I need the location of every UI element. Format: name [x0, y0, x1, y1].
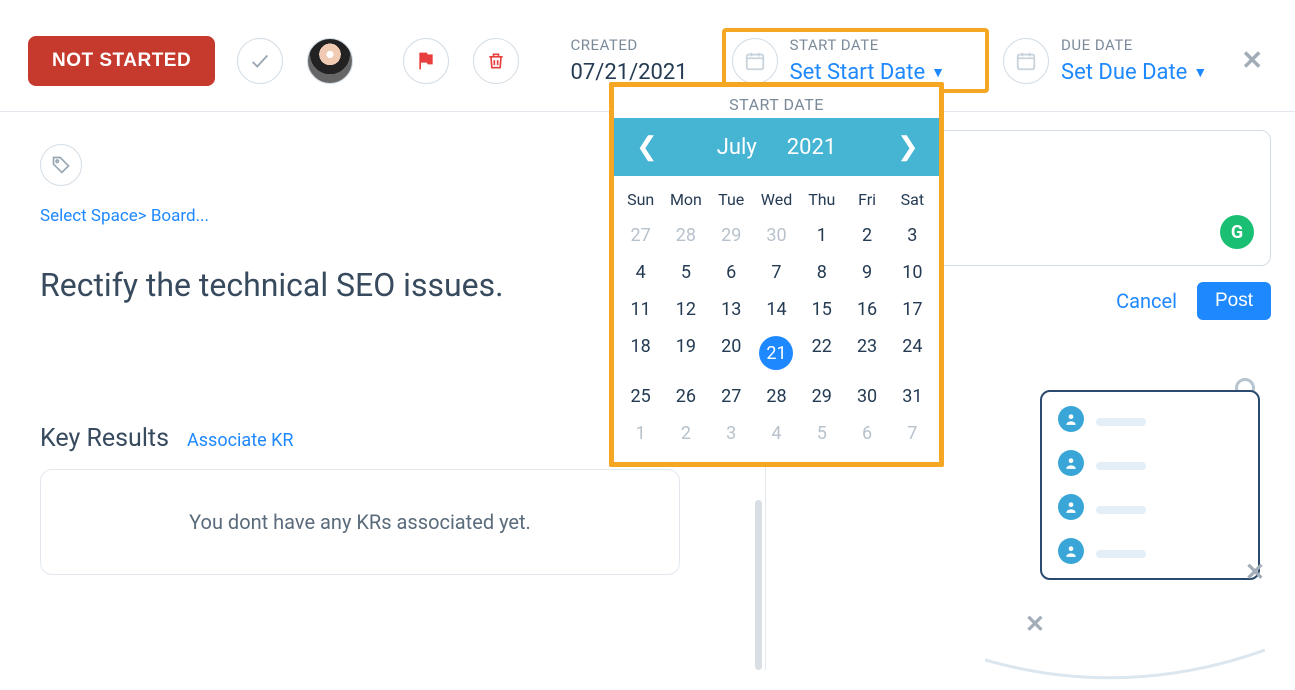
start-date-calendar: START DATE ❮ July 2021 ❯ SunMonTueWedThu… [609, 82, 944, 467]
calendar-day[interactable]: 29 [799, 378, 844, 415]
calendar-dow: Thu [799, 182, 844, 217]
calendar-day[interactable]: 30 [844, 378, 889, 415]
calendar-day[interactable]: 27 [618, 217, 663, 254]
due-date-icon-button[interactable] [1003, 38, 1049, 84]
decorative-x: ✕ [1245, 558, 1265, 586]
breadcrumb[interactable]: Select Space> Board... [40, 206, 209, 226]
decorative-curve [985, 630, 1265, 690]
calendar-title: START DATE [614, 87, 939, 118]
start-date-label: START DATE [790, 36, 945, 54]
calendar-prev-button[interactable]: ❮ [636, 132, 656, 162]
calendar-day[interactable]: 22 [799, 328, 844, 378]
calendar-day[interactable]: 28 [663, 217, 708, 254]
calendar-dow: Mon [663, 182, 708, 217]
status-button[interactable]: NOT STARTED [28, 36, 215, 86]
due-date-block: DUE DATE Set Due Date ▼ [1003, 36, 1237, 85]
tags-button[interactable] [40, 144, 82, 186]
calendar-day[interactable]: 17 [890, 291, 935, 328]
calendar-day[interactable]: 27 [709, 378, 754, 415]
calendar-day[interactable]: 10 [890, 254, 935, 291]
empty-state-illustration [1040, 390, 1260, 580]
calendar-dow: Fri [844, 182, 889, 217]
calendar-header: ❮ July 2021 ❯ [614, 118, 939, 176]
calendar-day[interactable]: 15 [799, 291, 844, 328]
calendar-day[interactable]: 20 [709, 328, 754, 378]
tag-icon [51, 155, 71, 175]
calendar-day[interactable]: 31 [890, 378, 935, 415]
created-label: CREATED [571, 36, 688, 54]
calendar-day[interactable]: 13 [709, 291, 754, 328]
calendar-day[interactable]: 23 [844, 328, 889, 378]
delete-button[interactable] [473, 38, 519, 84]
caret-down-icon: ▼ [931, 64, 945, 81]
calendar-day[interactable]: 11 [618, 291, 663, 328]
created-date: CREATED 07/21/2021 [571, 36, 688, 85]
flag-button[interactable] [403, 38, 449, 84]
calendar-day[interactable]: 16 [844, 291, 889, 328]
key-results-heading: Key Results [40, 424, 169, 453]
set-due-date-link[interactable]: Set Due Date ▼ [1061, 60, 1207, 85]
calendar-dow: Wed [754, 182, 799, 217]
calendar-next-button[interactable]: ❯ [897, 132, 917, 162]
calendar-day[interactable]: 2 [663, 415, 708, 452]
check-icon [249, 50, 271, 72]
calendar-day[interactable]: 9 [844, 254, 889, 291]
caret-down-icon: ▼ [1193, 64, 1207, 81]
complete-button[interactable] [237, 38, 283, 84]
calendar-day[interactable]: 24 [890, 328, 935, 378]
calendar-day[interactable]: 12 [663, 291, 708, 328]
calendar-day[interactable]: 1 [799, 217, 844, 254]
calendar-dow: Sun [618, 182, 663, 217]
due-date-label: DUE DATE [1061, 36, 1207, 54]
due-date-value: Set Due Date [1061, 60, 1187, 85]
calendar-icon [1015, 50, 1037, 72]
calendar-day[interactable]: 25 [618, 378, 663, 415]
flag-icon [416, 51, 436, 71]
calendar-day[interactable]: 4 [754, 415, 799, 452]
calendar-day[interactable]: 19 [663, 328, 708, 378]
calendar-day[interactable]: 29 [709, 217, 754, 254]
grammarly-icon[interactable]: G [1220, 215, 1254, 249]
calendar-day[interactable]: 8 [799, 254, 844, 291]
calendar-dow: Sat [890, 182, 935, 217]
associate-kr-link[interactable]: Associate KR [187, 430, 293, 451]
calendar-day[interactable]: 1 [618, 415, 663, 452]
calendar-day[interactable]: 7 [890, 415, 935, 452]
close-button[interactable]: ✕ [1237, 46, 1267, 76]
calendar-day[interactable]: 28 [754, 378, 799, 415]
post-button[interactable]: Post [1197, 282, 1271, 320]
calendar-day[interactable]: 4 [618, 254, 663, 291]
cancel-button[interactable]: Cancel [1116, 289, 1177, 313]
calendar-day[interactable]: 30 [754, 217, 799, 254]
calendar-day[interactable]: 3 [890, 217, 935, 254]
calendar-day[interactable]: 3 [709, 415, 754, 452]
calendar-day[interactable]: 26 [663, 378, 708, 415]
calendar-icon [744, 50, 766, 72]
scrollbar[interactable] [755, 500, 762, 670]
calendar-day[interactable]: 7 [754, 254, 799, 291]
calendar-day[interactable]: 5 [799, 415, 844, 452]
calendar-day[interactable]: 18 [618, 328, 663, 378]
calendar-day[interactable]: 6 [709, 254, 754, 291]
start-date-icon-button[interactable] [732, 38, 778, 84]
key-results-empty: You dont have any KRs associated yet. [40, 469, 680, 575]
assignee-avatar[interactable] [307, 38, 353, 84]
calendar-day[interactable]: 5 [663, 254, 708, 291]
calendar-day[interactable]: 2 [844, 217, 889, 254]
calendar-day[interactable]: 6 [844, 415, 889, 452]
trash-icon [486, 51, 506, 71]
calendar-year[interactable]: 2021 [787, 135, 836, 160]
calendar-dow: Tue [709, 182, 754, 217]
calendar-month[interactable]: July [717, 135, 757, 160]
calendar-day[interactable]: 14 [754, 291, 799, 328]
calendar-grid: SunMonTueWedThuFriSat2728293012345678910… [614, 176, 939, 462]
calendar-day[interactable]: 21 [754, 328, 799, 378]
